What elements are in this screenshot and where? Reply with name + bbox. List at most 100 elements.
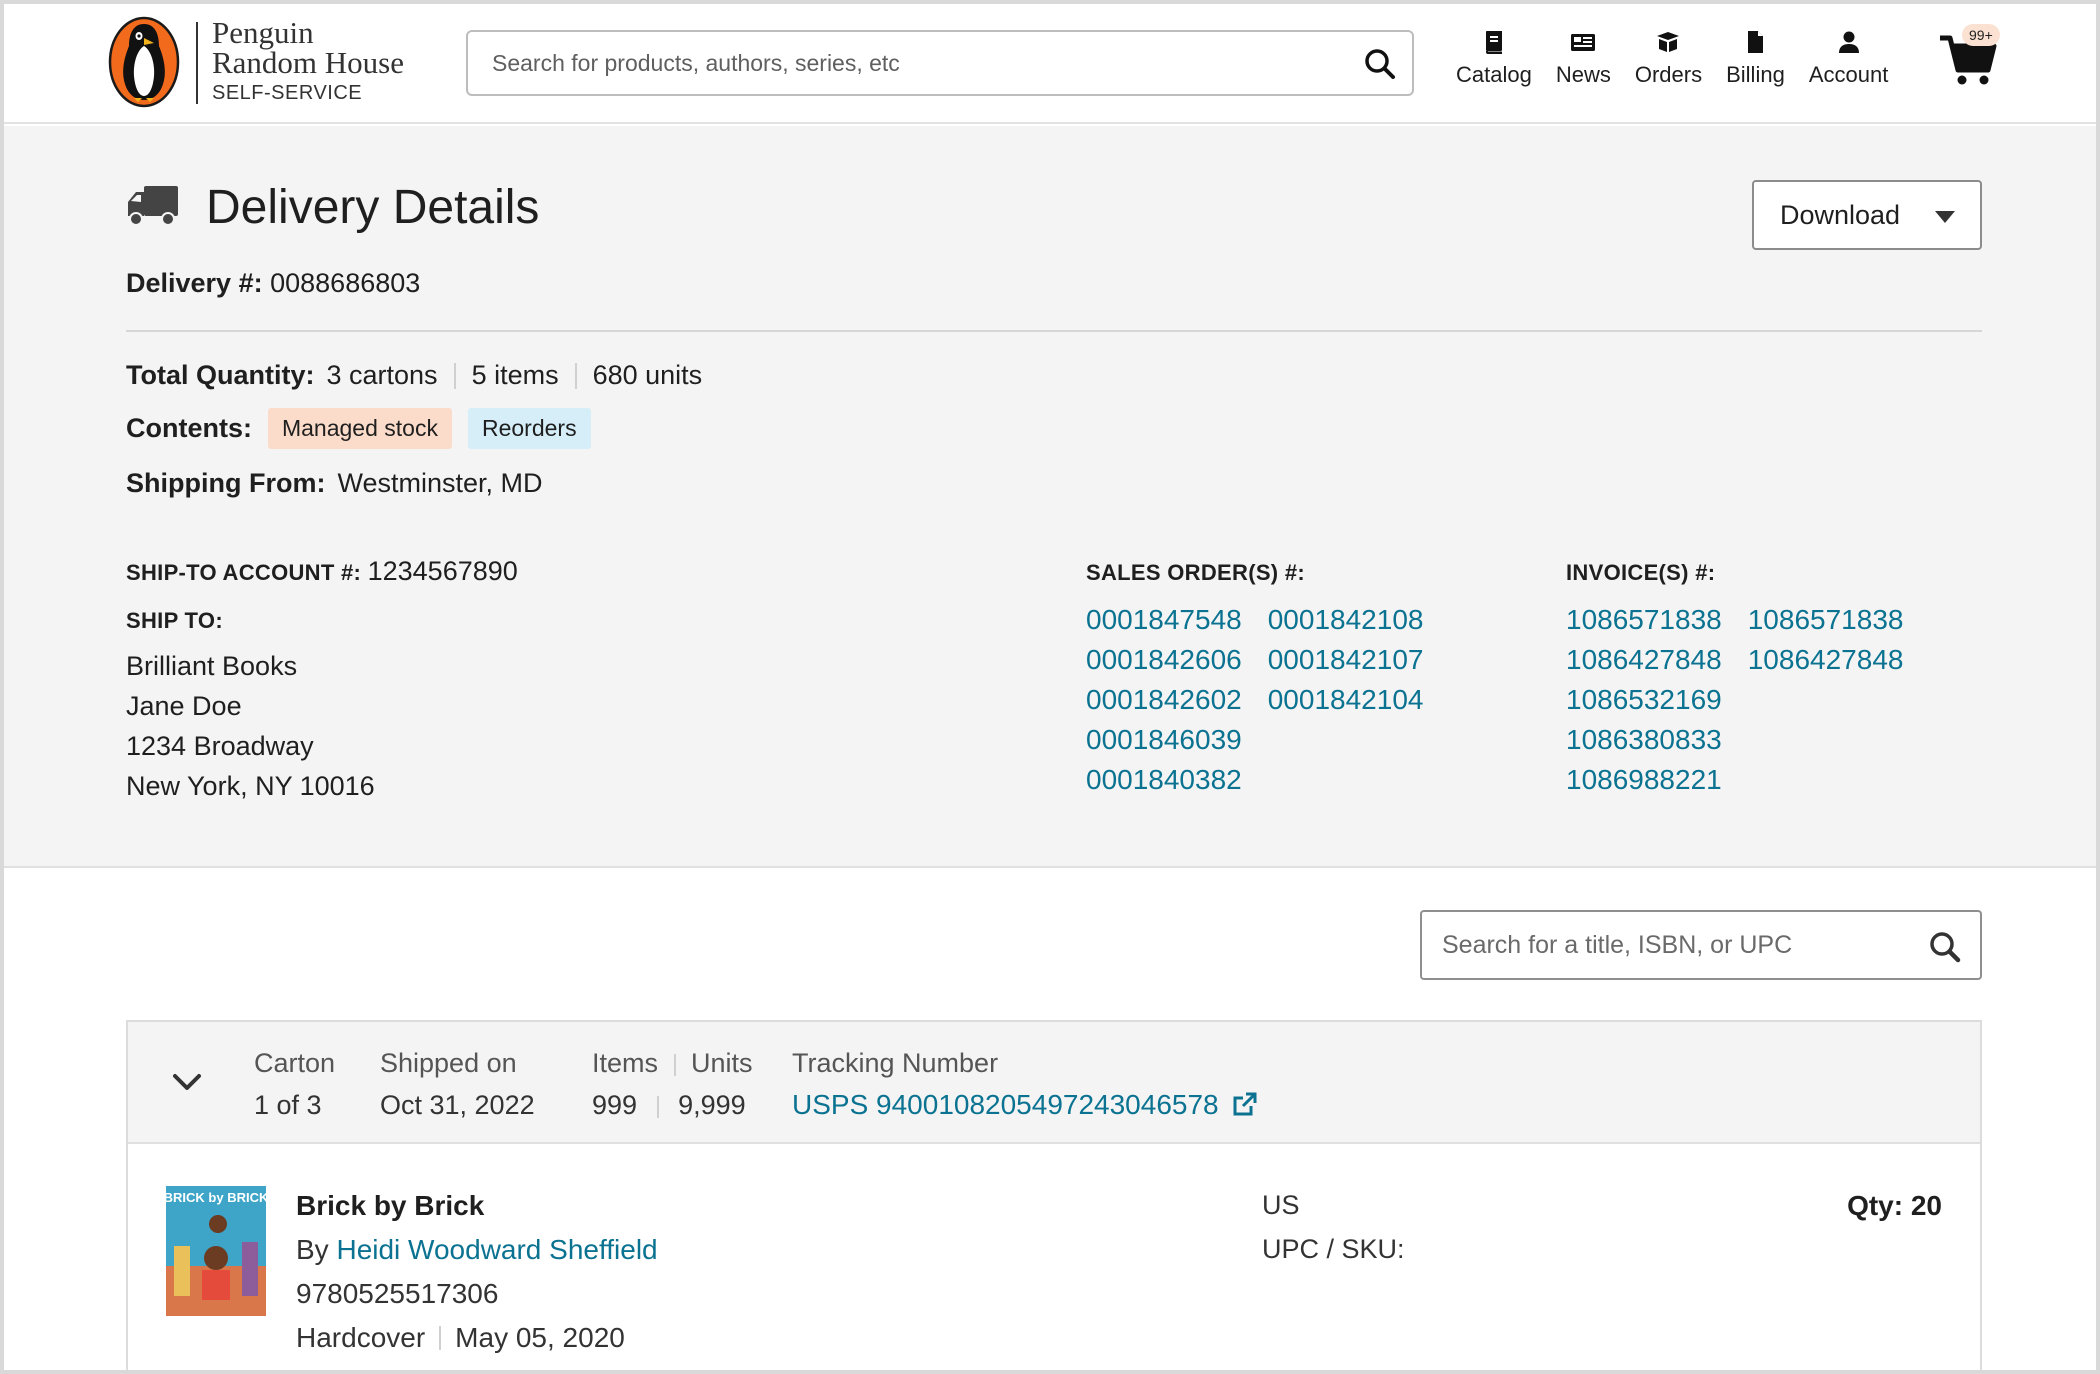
- separator: [574, 362, 577, 389]
- item-title: Brick by Brick: [296, 1190, 485, 1221]
- chevron-down-icon[interactable]: [172, 1070, 202, 1094]
- invoice-link[interactable]: 1086380833: [1566, 720, 1722, 760]
- items-count: 5 items: [471, 360, 559, 390]
- caret-down-icon: [1935, 211, 1955, 223]
- address-line: New York, NY 10016: [126, 771, 375, 801]
- nav-news[interactable]: News: [1556, 28, 1611, 88]
- shipped-column: Shipped on Oct 31, 2022: [380, 1042, 535, 1126]
- ship-to-label: SHIP TO:: [126, 608, 223, 633]
- invoice-link[interactable]: 1086427848: [1566, 640, 1722, 680]
- main-nav: Catalog News Orders Billing Account: [1456, 28, 1912, 88]
- units-count: 680 units: [592, 360, 703, 390]
- items-value: 999: [592, 1090, 638, 1120]
- nav-account[interactable]: Account: [1808, 28, 1889, 88]
- title-search-input[interactable]: [1442, 930, 1922, 960]
- nav-label: Orders: [1634, 62, 1703, 87]
- download-dropdown[interactable]: Download: [1752, 180, 1982, 250]
- carton-header: Carton 1 of 3 Shipped on Oct 31, 2022 It…: [128, 1022, 1980, 1144]
- address-line: Jane Doe: [126, 691, 242, 721]
- sales-order-link[interactable]: 0001842602: [1086, 680, 1242, 720]
- separator: [439, 1326, 442, 1350]
- item-country: US: [1262, 1190, 1300, 1220]
- global-search: [466, 30, 1414, 96]
- cart-count-badge: 99+: [1962, 24, 2000, 46]
- carton-card: Carton 1 of 3 Shipped on Oct 31, 2022 It…: [126, 1020, 1982, 1370]
- carton-label: Carton: [254, 1048, 336, 1078]
- ship-to-account-label: SHIP-TO ACCOUNT #:: [126, 560, 362, 585]
- tracking-column: Tracking Number USPS 9400108205497243046…: [792, 1042, 1258, 1126]
- sales-order-link[interactable]: 0001846039: [1086, 720, 1242, 760]
- sales-orders-label: SALES ORDER(S) #:: [1086, 560, 1306, 585]
- invoice-link[interactable]: 1086532169: [1566, 680, 1722, 720]
- invoice-link[interactable]: 1086988221: [1566, 760, 1722, 800]
- address-line: 1234 Broadway: [126, 731, 314, 761]
- item-date: May 05, 2020: [455, 1322, 625, 1353]
- separator: [656, 1095, 659, 1118]
- invoice-link[interactable]: 1086571838: [1748, 600, 1904, 640]
- item-format: Hardcover: [296, 1322, 426, 1353]
- ship-to-account-value: 1234567890: [367, 556, 518, 586]
- nav-label: Billing: [1726, 62, 1785, 87]
- cover-title-text: BRICK by BRICK: [166, 1190, 266, 1205]
- title-search: [1420, 910, 1982, 980]
- nav-billing[interactable]: Billing: [1726, 28, 1785, 88]
- box-icon: [1657, 32, 1680, 52]
- nav-label: Catalog: [1456, 62, 1532, 87]
- global-search-input[interactable]: [492, 49, 1352, 77]
- sales-order-link[interactable]: 0001842104: [1268, 680, 1424, 720]
- ship-to-account: SHIP-TO ACCOUNT #: 1234567890: [126, 556, 518, 587]
- brand-line-3: SELF-SERVICE: [212, 82, 363, 104]
- book-icon: [1485, 31, 1502, 54]
- site-header: Penguin Random House SELF-SERVICE Catalo…: [4, 4, 2096, 124]
- nav-catalog[interactable]: Catalog: [1456, 28, 1532, 88]
- invoices-list: 1086571838 1086571838 1086427848 1086427…: [1566, 600, 1903, 800]
- carton-value: 1 of 3: [254, 1090, 322, 1120]
- book-cover-image[interactable]: BRICK by BRICK: [166, 1186, 266, 1316]
- units-label: Units: [691, 1048, 753, 1078]
- address-line: Brilliant Books: [126, 651, 298, 681]
- page: Penguin Random House SELF-SERVICE Catalo…: [0, 0, 2100, 1374]
- sales-order-link[interactable]: 0001840382: [1086, 760, 1242, 800]
- author-link[interactable]: Heidi Woodward Sheffield: [336, 1234, 657, 1265]
- external-link-icon[interactable]: [1232, 1091, 1258, 1117]
- download-label: Download: [1780, 199, 1901, 230]
- sales-order-link-empty: [1268, 760, 1424, 800]
- delivery-number-label: Delivery #:: [126, 268, 263, 298]
- item-format-line: Hardcover May 05, 2020: [296, 1322, 625, 1354]
- nav-label: News: [1555, 62, 1611, 87]
- invoice-link-empty: [1748, 720, 1904, 760]
- invoice-link[interactable]: 1086571838: [1566, 600, 1722, 640]
- shipping-from-row: Shipping From: Westminster, MD: [126, 468, 543, 499]
- ship-to-address: Brilliant Books Jane Doe 1234 Broadway N…: [126, 646, 375, 806]
- nav-orders[interactable]: Orders: [1635, 28, 1702, 88]
- truck-icon: [128, 186, 178, 226]
- sales-order-link[interactable]: 0001842606: [1086, 640, 1242, 680]
- sales-order-link[interactable]: 0001847548: [1086, 600, 1242, 640]
- sales-order-link[interactable]: 0001842108: [1268, 600, 1424, 640]
- nav-label: Account: [1808, 62, 1889, 87]
- tag-managed-stock: Managed stock: [267, 408, 452, 449]
- sales-orders-list: 0001847548 0001842108 0001842606 0001842…: [1086, 600, 1423, 800]
- page-title: Delivery Details: [206, 181, 540, 234]
- shipped-value: Oct 31, 2022: [380, 1090, 535, 1120]
- search-icon[interactable]: [1362, 46, 1398, 82]
- search-icon[interactable]: [1928, 930, 1962, 964]
- shipped-label: Shipped on: [380, 1048, 517, 1078]
- delivery-number-value: 0088686803: [270, 268, 421, 298]
- divider: [126, 330, 1982, 332]
- user-icon: [1838, 31, 1859, 53]
- item-isbn: 9780525517306: [296, 1278, 499, 1309]
- sales-order-link[interactable]: 0001842107: [1268, 640, 1424, 680]
- brand-name[interactable]: Penguin Random House SELF-SERVICE: [212, 17, 405, 105]
- newspaper-icon: [1571, 34, 1596, 51]
- line-item: BRICK by BRICK Brick by Brick By Heidi W…: [128, 1146, 1980, 1366]
- separator: [453, 362, 456, 389]
- brand-line-2: Random House: [212, 45, 405, 80]
- total-quantity-row: Total Quantity: 3 cartons 5 items 680 un…: [126, 360, 702, 391]
- tracking-link[interactable]: USPS 9400108205497243046578: [792, 1089, 1219, 1120]
- invoice-link[interactable]: 1086427848: [1748, 640, 1904, 680]
- item-quantity: Qty: 20: [1847, 1190, 1942, 1221]
- by-label: By: [296, 1234, 329, 1265]
- item-author-line: By Heidi Woodward Sheffield: [296, 1234, 658, 1266]
- penguin-logo[interactable]: [108, 16, 180, 108]
